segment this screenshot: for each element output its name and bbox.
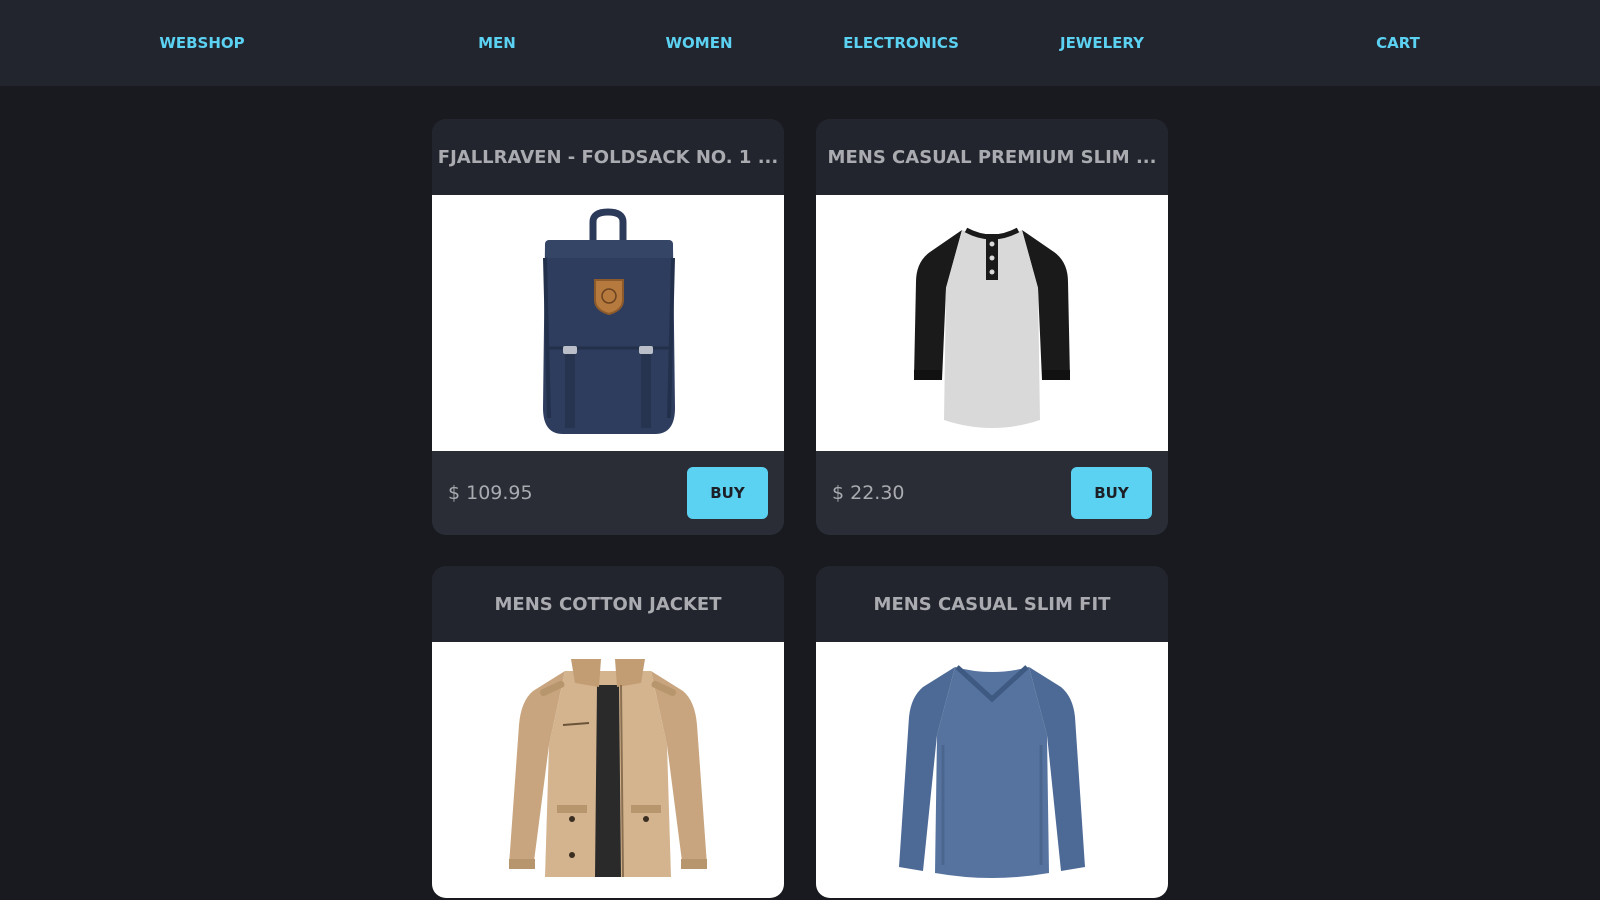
product-image-backpack[interactable] (432, 195, 784, 451)
nav-item-men[interactable]: MEN (478, 0, 516, 86)
product-price: $ 109.95 (448, 482, 533, 504)
longsleeve-shirt-image (899, 665, 1085, 878)
product-title: FJALLRAVEN - FOLDSACK NO. 1 ... (432, 119, 784, 195)
nav-cart-link[interactable]: CART (1376, 0, 1420, 86)
product-card: MENS CASUAL PREMIUM SLIM ... $ 22.30 BUY (816, 119, 1168, 535)
top-navigation-bar: WEBSHOP MEN WOMEN ELECTRONICS JEWELERY C… (0, 0, 1600, 86)
nav-item-women[interactable]: WOMEN (665, 0, 732, 86)
buy-button[interactable]: BUY (687, 467, 768, 519)
nav-item-jewelery[interactable]: JEWELERY (1060, 0, 1144, 86)
product-image-jacket[interactable] (432, 642, 784, 898)
nav-webshop-brand[interactable]: WEBSHOP (159, 0, 244, 86)
product-title: MENS CASUAL PREMIUM SLIM ... (816, 119, 1168, 195)
product-footer: $ 22.30 BUY (816, 451, 1168, 535)
jacket-image (509, 659, 707, 878)
product-price: $ 22.30 (832, 482, 905, 504)
product-image-longsleeve-shirt[interactable] (816, 642, 1168, 898)
product-title: MENS CASUAL SLIM FIT (816, 566, 1168, 642)
buy-button[interactable]: BUY (1071, 467, 1152, 519)
product-card: MENS COTTON JACKET (432, 566, 784, 898)
product-image-raglan-tshirt[interactable] (816, 195, 1168, 451)
backpack-image (543, 208, 675, 434)
raglan-tshirt-image (914, 227, 1070, 428)
product-card: FJALLRAVEN - FOLDSACK NO. 1 ... $ 109.95… (432, 119, 784, 535)
product-title: MENS COTTON JACKET (432, 566, 784, 642)
product-card: MENS CASUAL SLIM FIT (816, 566, 1168, 898)
nav-item-electronics[interactable]: ELECTRONICS (843, 0, 959, 86)
product-footer: $ 109.95 BUY (432, 451, 784, 535)
